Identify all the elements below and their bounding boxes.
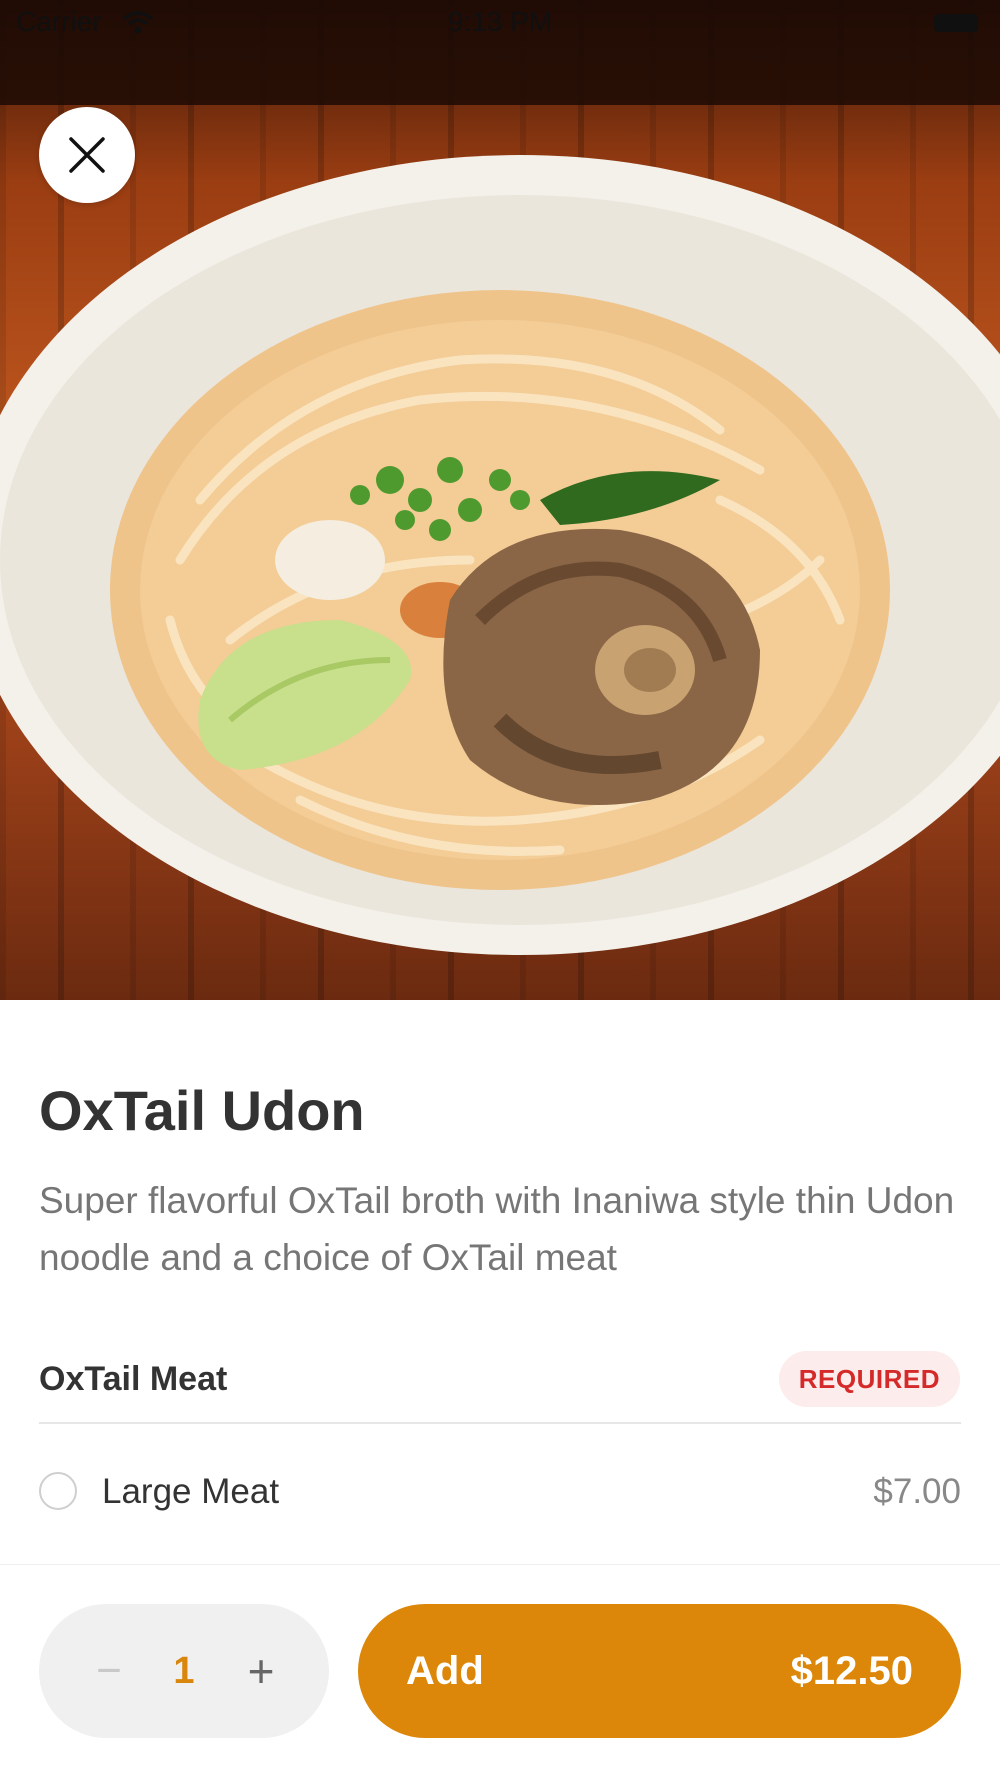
add-button-total: $12.50 <box>790 1649 913 1693</box>
status-bar: Carrier 9:13 PM <box>0 0 1000 50</box>
udon-bowl-image <box>0 0 1000 955</box>
option-row-large-meat[interactable]: Large Meat $7.00 <box>39 1460 961 1526</box>
status-time: 9:13 PM <box>447 6 553 37</box>
option-label: Large Meat <box>102 1472 280 1511</box>
add-button-label: Add <box>406 1649 484 1693</box>
increase-quantity-button[interactable]: + <box>229 1604 293 1738</box>
battery-icon <box>934 14 978 32</box>
close-button[interactable] <box>39 107 135 203</box>
add-to-cart-button[interactable]: Add $12.50 <box>358 1604 961 1738</box>
option-price: $7.00 <box>873 1472 961 1511</box>
decrease-quantity-button[interactable]: − <box>77 1604 141 1738</box>
footer-divider <box>0 1564 1000 1565</box>
item-photo <box>0 0 1000 1000</box>
item-title: OxTail Udon <box>39 1079 365 1142</box>
option-group-title: OxTail Meat <box>39 1360 228 1398</box>
quantity-stepper: − 1 + <box>39 1604 329 1738</box>
option-divider <box>39 1422 961 1424</box>
quantity-value: 1 <box>173 1650 195 1692</box>
option-radio[interactable] <box>39 1472 77 1510</box>
required-badge: REQUIRED <box>778 1351 960 1407</box>
close-icon <box>69 137 105 173</box>
item-description: Super flavorful OxTail broth with Inaniw… <box>39 1180 955 1278</box>
